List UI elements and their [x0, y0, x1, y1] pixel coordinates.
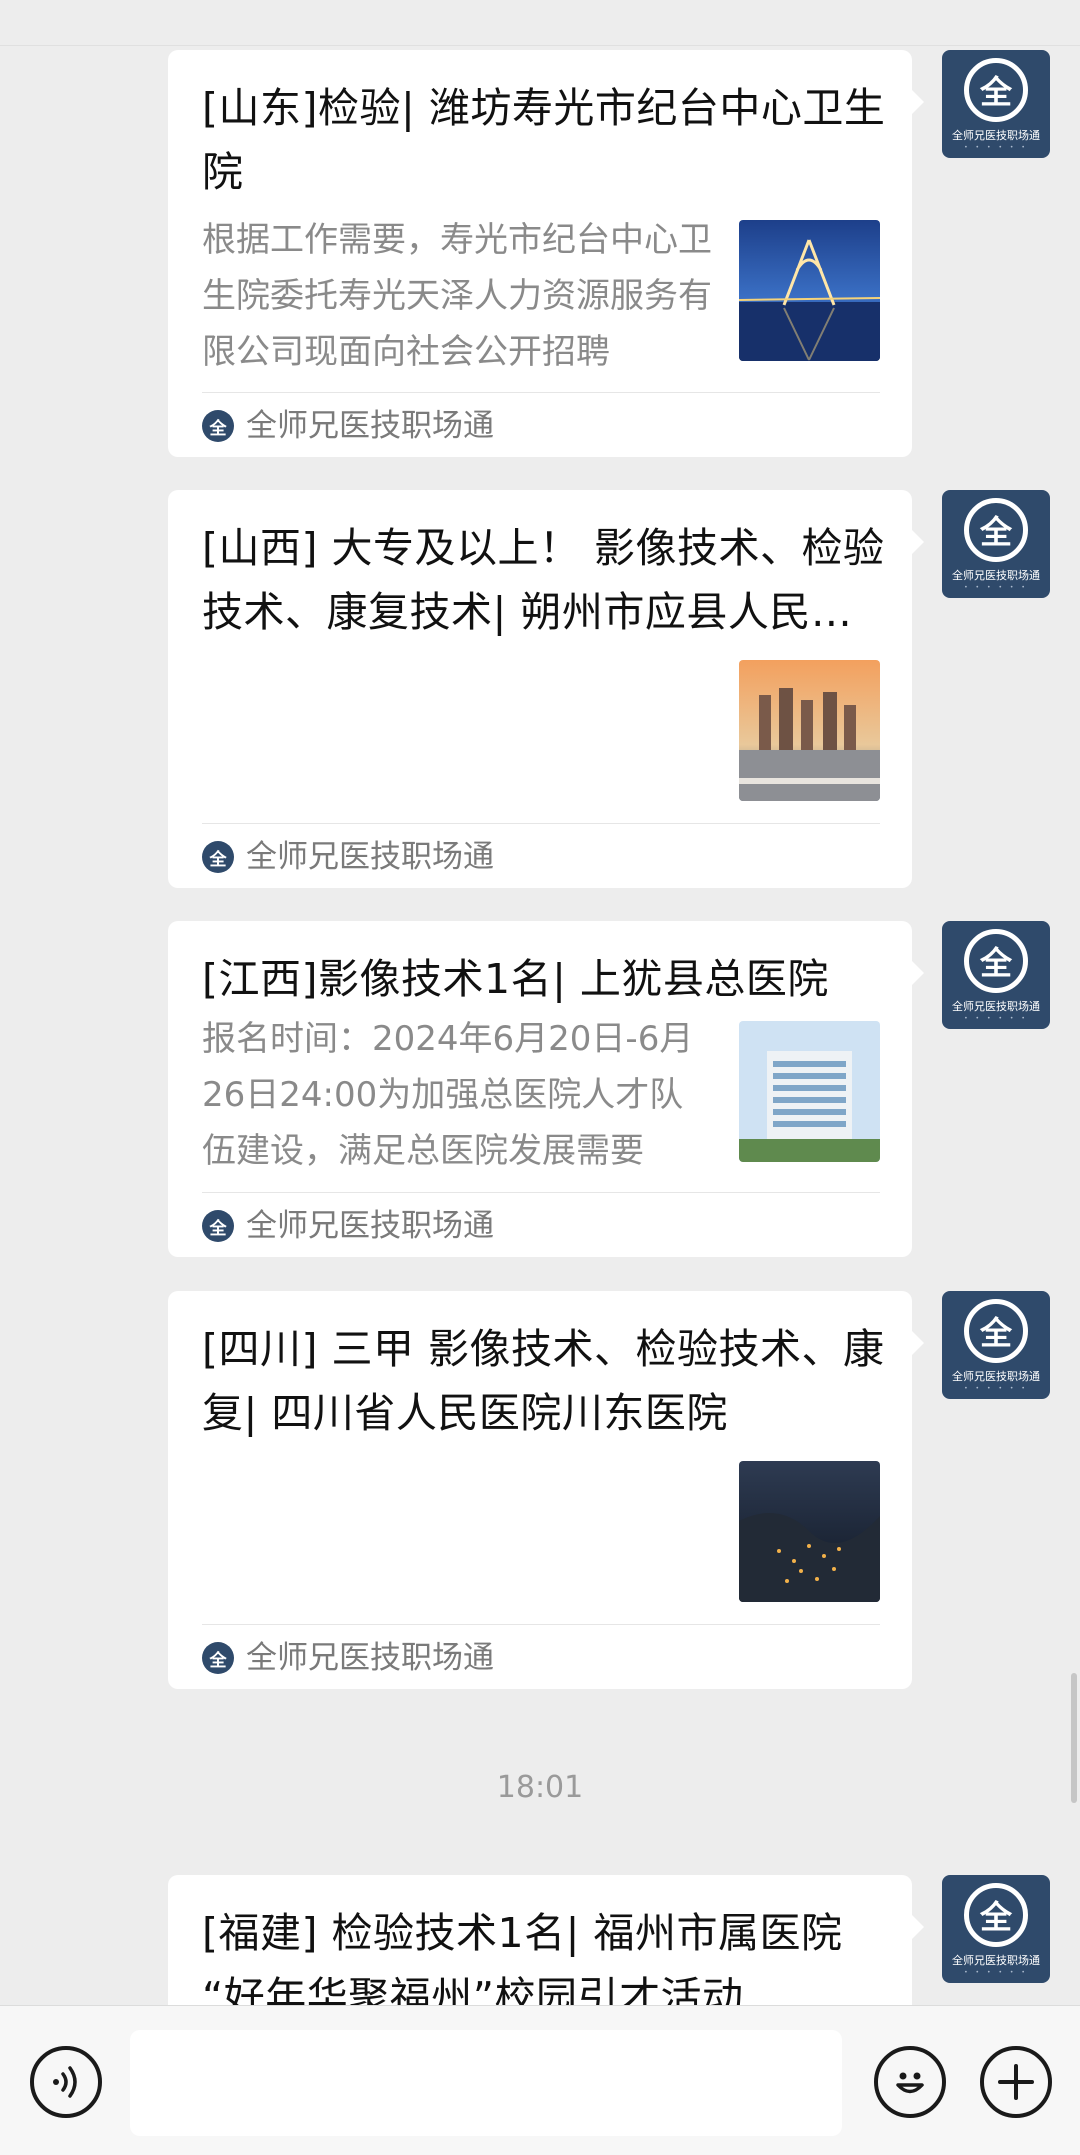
- source-logo-icon: 全: [202, 1642, 234, 1674]
- card-divider: [202, 823, 880, 824]
- source-name: 全师兄医技职场通: [246, 408, 494, 444]
- article-thumbnail: [739, 1021, 880, 1162]
- source-name: 全师兄医技职场通: [246, 1640, 494, 1676]
- source-logo-icon: 全: [202, 841, 234, 873]
- article-source: 全 全师兄医技职场通: [202, 837, 494, 877]
- avatar-caption: 全师兄医技职场通: [952, 569, 1040, 582]
- source-name: 全师兄医技职场通: [246, 839, 494, 875]
- avatar-logo-icon: 全: [964, 1883, 1028, 1947]
- article-thumbnail: [739, 1461, 880, 1602]
- article-thumbnail: [739, 660, 880, 801]
- avatar-logo-icon: 全: [964, 929, 1028, 993]
- source-logo-icon: 全: [202, 1210, 234, 1242]
- article-card[interactable]: [四川] 三甲 影像技术、检验技术、康复| 四川省人民医院川东医院 全 全师兄医…: [168, 1291, 924, 1689]
- chat-input-bar: [0, 2005, 1080, 2155]
- message-input[interactable]: [130, 2030, 842, 2136]
- article-title: [山东]检验| 潍坊寿光市纪台中心卫生院: [202, 84, 886, 196]
- plus-icon[interactable]: [980, 2046, 1052, 2118]
- top-bar-edge: [0, 0, 1080, 46]
- article-summary: 根据工作需要，寿光市纪台中心卫生院委托寿光天泽人力资源服务有限公司现面向社会公开…: [202, 220, 712, 372]
- avatar-logo-icon: 全: [964, 498, 1028, 562]
- avatar-logo-icon: 全: [964, 58, 1028, 122]
- chat-screen: [山东]检验| 潍坊寿光市纪台中心卫生院 根据工作需要，寿光市纪台中心卫生院委托…: [0, 0, 1080, 2155]
- source-name: 全师兄医技职场通: [246, 1208, 494, 1244]
- article-source: 全 全师兄医技职场通: [202, 1206, 494, 1246]
- avatar-caption: 全师兄医技职场通: [952, 129, 1040, 142]
- article-thumbnail: [739, 220, 880, 361]
- voice-icon[interactable]: [30, 2046, 102, 2118]
- article-summary: 报名时间：2024年6月20日-6月26日24:00为加强总医院人才队伍建设，满…: [202, 1019, 694, 1171]
- article-card[interactable]: [山西] 大专及以上！ 影像技术、检验技术、康复技术| 朔州市应县人民医院 全 …: [168, 490, 924, 888]
- sender-avatar[interactable]: 全 全师兄医技职场通 • • • • • •: [942, 50, 1050, 158]
- article-title: [四川] 三甲 影像技术、检验技术、康复| 四川省人民医院川东医院: [202, 1325, 885, 1437]
- sender-avatar[interactable]: 全 全师兄医技职场通 • • • • • •: [942, 921, 1050, 1029]
- article-title: [江西]影像技术1名| 上犹县总医院: [202, 955, 829, 1003]
- card-divider: [202, 1192, 880, 1193]
- avatar-caption: 全师兄医技职场通: [952, 1000, 1040, 1013]
- article-card[interactable]: [江西]影像技术1名| 上犹县总医院 报名时间：2024年6月20日-6月26日…: [168, 921, 924, 1257]
- sender-avatar[interactable]: 全 全师兄医技职场通 • • • • • •: [942, 1291, 1050, 1399]
- card-divider: [202, 392, 880, 393]
- avatar-logo-icon: 全: [964, 1299, 1028, 1363]
- article-source: 全 全师兄医技职场通: [202, 1638, 494, 1678]
- sender-avatar[interactable]: 全 全师兄医技职场通 • • • • • •: [942, 490, 1050, 598]
- sender-avatar[interactable]: 全 全师兄医技职场通 • • • • • •: [942, 1875, 1050, 1983]
- article-card[interactable]: [山东]检验| 潍坊寿光市纪台中心卫生院 根据工作需要，寿光市纪台中心卫生院委托…: [168, 50, 924, 457]
- avatar-caption: 全师兄医技职场通: [952, 1954, 1040, 1967]
- article-source: 全 全师兄医技职场通: [202, 406, 494, 446]
- message-timestamp: 18:01: [496, 1770, 584, 1805]
- source-logo-icon: 全: [202, 410, 234, 442]
- card-divider: [202, 1624, 880, 1625]
- avatar-caption: 全师兄医技职场通: [952, 1370, 1040, 1383]
- article-title: [山西] 大专及以上！ 影像技术、检验技术、康复技术| 朔州市应县人民医院: [202, 524, 885, 636]
- emoji-icon[interactable]: [874, 2046, 946, 2118]
